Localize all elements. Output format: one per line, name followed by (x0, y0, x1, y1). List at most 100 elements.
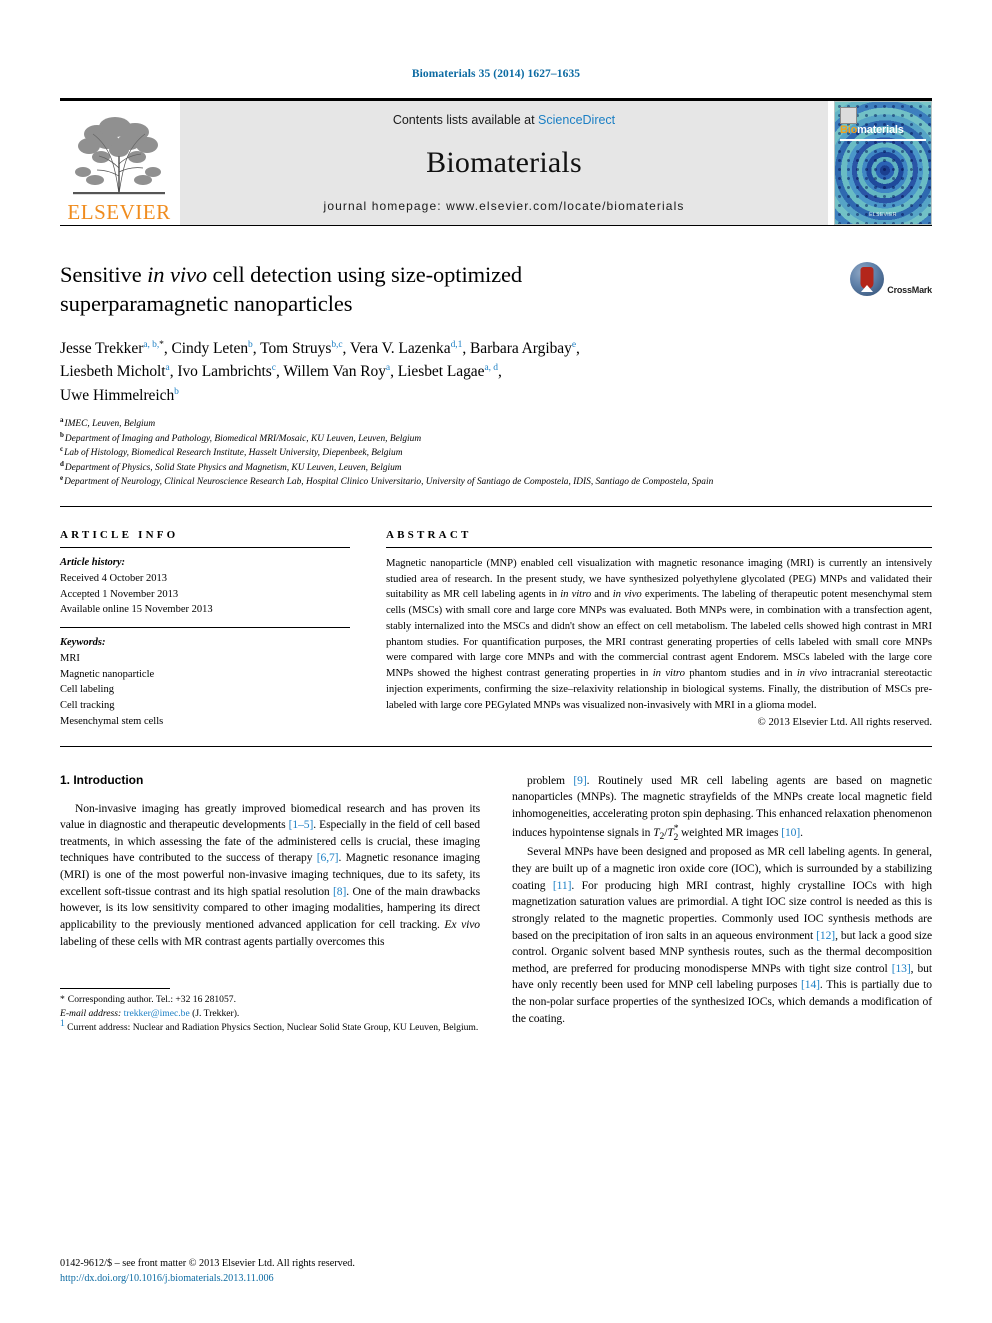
citation-link[interactable]: [6,7] (317, 851, 339, 864)
author-entry: Uwe Himmelreichb (60, 387, 179, 404)
journal-homepage-link[interactable]: journal homepage: www.elsevier.com/locat… (324, 199, 685, 213)
affiliation-mark: a (60, 416, 64, 425)
author-name: Vera V. Lazenka (349, 339, 451, 357)
body-column-left: 1. Introduction Non-invasive imaging has… (60, 773, 480, 1035)
author-name: Jesse Trekker (60, 339, 144, 357)
cover-title: Biomaterials (840, 124, 927, 136)
journal-cover-thumbnail[interactable]: Biomaterials ELSEVIER (834, 101, 932, 225)
keyword-item: Mesenchymal stem cells (60, 715, 164, 727)
crossmark-badge[interactable]: CrossMark (836, 260, 932, 319)
footnote-text: Current address: Nuclear and Radiation P… (67, 1021, 479, 1033)
affiliation-text: Department of Neurology, Clinical Neuros… (64, 477, 714, 488)
affiliation-mark: d (60, 459, 64, 468)
running-head: Biomaterials 35 (2014) 1627–1635 (411, 68, 581, 80)
abstract-italic: in vivo (612, 588, 642, 601)
citation-link[interactable]: [11] (553, 879, 572, 892)
doi-link[interactable]: http://dx.doi.org/10.1016/j.biomaterials… (60, 1272, 355, 1287)
author-sep: , (498, 363, 502, 381)
abstract-copyright: © 2013 Elsevier Ltd. All rights reserved… (757, 716, 932, 729)
email-label: E-mail address: (60, 1007, 122, 1019)
article-history: Article history: Received 4 October 2013… (60, 548, 350, 627)
page-footer: 0142-9612/$ – see front matter © 2013 El… (60, 1257, 355, 1287)
abstract-part: experiments. The labeling of therapeutic… (386, 588, 933, 680)
author-affil-marks[interactable]: d,1 (451, 339, 463, 350)
citation-link[interactable]: [8] (333, 885, 346, 898)
author-name: Liesbeth Micholt (60, 363, 166, 381)
author-entry: Vera V. Lazenkad,1, (350, 340, 470, 357)
section-divider (60, 506, 932, 508)
intro-paragraph-right-1: problem [9]. Routinely used MR cell labe… (512, 773, 932, 845)
citation-link[interactable]: [1–5] (289, 818, 314, 831)
footnote-corresponding-author: * Corresponding author. Tel.: +32 16 2810… (60, 993, 480, 1021)
cover-footer-text: ELSEVIER (869, 212, 897, 218)
author-affil-marks[interactable]: a, d (484, 363, 498, 373)
title-block: Sensitive in vivo cell detection using s… (60, 260, 836, 319)
author-entry: Barbara Argibaye, (470, 340, 580, 357)
article-info-column: ARTICLE INFO Article history: Received 4… (60, 529, 350, 730)
paper-page: Biomaterials 35 (2014) 1627–1635 ELSEVIE… (0, 0, 992, 1323)
author-affil-marks[interactable]: b,c (331, 339, 342, 350)
footnote-mark-numeric: 1 (60, 1018, 65, 1029)
para-part: weighted MR images (678, 826, 782, 840)
issn-copyright-line: 0142-9612/$ – see front matter © 2013 El… (60, 1258, 355, 1270)
article-history-item: Accepted 1 November 2013 (60, 588, 179, 600)
author-name: Barbara Argibay (469, 339, 572, 357)
author-name: Tom Struys (260, 339, 332, 357)
sciencedirect-link[interactable]: ScienceDirect (538, 113, 615, 127)
citation-link[interactable]: [13] (892, 962, 911, 975)
keyword-item: Cell labeling (60, 684, 114, 696)
affiliation-item: cLab of Histology, Biomedical Research I… (60, 446, 932, 461)
author-name: Ivo Lambrichts (177, 363, 272, 381)
cover-publisher-badge-icon (840, 107, 857, 124)
footnote-rule (60, 987, 170, 989)
intro-paragraph-left: Non-invasive imaging has greatly improve… (60, 801, 480, 951)
affiliation-text: Department of Physics, Solid State Physi… (64, 462, 402, 473)
elsevier-logo: ELSEVIER (60, 101, 178, 225)
footnote-text: Corresponding author. Tel.: +32 16 28105… (67, 993, 236, 1005)
body-divider (60, 745, 932, 747)
abstract-italic: in vitro (652, 667, 685, 680)
author-entry: Liesbet Lagaea, d, (398, 363, 502, 380)
citation-link[interactable]: [12] (816, 929, 835, 942)
author-entry: Jesse Trekkera, b,*, (60, 340, 172, 357)
author-sep: , (252, 339, 261, 357)
author-sep: , (390, 363, 398, 381)
affiliation-list: aIMEC, Leuven, Belgium bDepartment of Im… (60, 417, 932, 490)
info-abstract-row: ARTICLE INFO Article history: Received 4… (60, 529, 932, 730)
abstract-heading: ABSTRACT (386, 529, 472, 542)
intro-paragraph-right-2: Several MNPs have been designed and prop… (512, 844, 932, 1027)
abstract-text: Magnetic nanoparticle (MNP) enabled cell… (386, 548, 932, 713)
abstract-italic: in vitro (560, 588, 592, 601)
author-affil-marks[interactable]: b (174, 386, 179, 397)
author-entry: Tom Struysb,c, (260, 340, 350, 357)
author-sep: , (342, 339, 350, 357)
para-italic: Ex vivo (444, 917, 480, 931)
author-entry: Willem Van Roya, (283, 363, 397, 380)
author-name: Willem Van Roy (283, 363, 386, 381)
footnote-current-address: 1 Current address: Nuclear and Radiation… (60, 1018, 480, 1035)
contents-prefix: Contents lists available at (392, 113, 539, 127)
journal-name: Biomaterials (426, 146, 582, 179)
email-link[interactable]: trekker@imec.be (124, 1008, 190, 1019)
citation-link[interactable]: [10] (781, 826, 800, 839)
title-part-2: cell detection using size-optimized (207, 262, 523, 287)
crossmark-label: CrossMark (887, 285, 932, 296)
abstract-part: phantom studies and in (684, 667, 797, 680)
masthead-center: Contents lists available at ScienceDirec… (180, 101, 828, 225)
affiliation-text: IMEC, Leuven, Belgium (64, 419, 156, 430)
elsevier-tree-icon (67, 110, 171, 202)
citation-link[interactable]: [9] (573, 774, 586, 787)
email-owner: (J. Trekker). (192, 1007, 240, 1019)
section-heading-introduction: 1. Introduction (60, 772, 144, 787)
title-row: Sensitive in vivo cell detection using s… (60, 260, 932, 319)
keywords-label: Keywords: (60, 637, 106, 649)
para-part: problem (527, 773, 574, 787)
crossmark-icon (850, 262, 885, 296)
masthead-bottom-rule (60, 225, 932, 226)
article-history-label: Article history: (60, 557, 126, 569)
citation-link[interactable]: [14] (801, 978, 820, 991)
article-history-item: Available online 15 November 2013 (60, 604, 213, 616)
body-columns: 1. Introduction Non-invasive imaging has… (60, 773, 932, 1035)
author-affil-marks[interactable]: a, b, (143, 339, 159, 350)
author-entry: Cindy Letenb, (172, 340, 261, 357)
